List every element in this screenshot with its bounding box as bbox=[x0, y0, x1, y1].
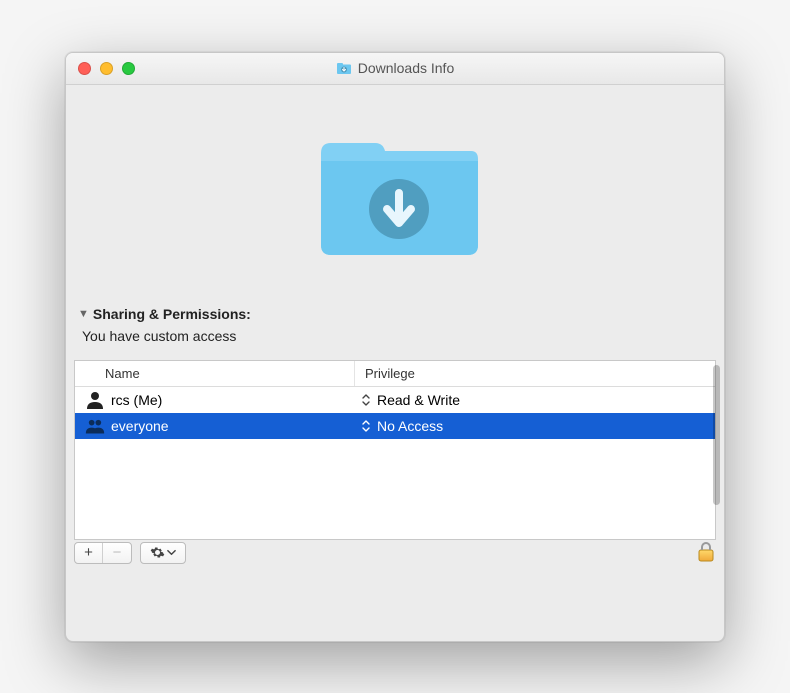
privilege-value: Read & Write bbox=[377, 392, 460, 408]
downloads-folder-icon bbox=[336, 60, 352, 76]
user-name: everyone bbox=[111, 418, 169, 434]
folder-preview bbox=[66, 85, 724, 300]
downloads-folder-large-icon bbox=[313, 125, 478, 260]
remove-button[interactable]: − bbox=[103, 543, 131, 563]
window-controls bbox=[66, 62, 135, 75]
add-remove-group: + − bbox=[74, 542, 132, 564]
section-title: Sharing & Permissions: bbox=[93, 306, 251, 322]
sharing-permissions-header[interactable]: ▼ Sharing & Permissions: bbox=[78, 306, 712, 322]
chevron-down-icon bbox=[167, 548, 176, 557]
titlebar: Downloads Info bbox=[66, 53, 724, 85]
column-header-privilege[interactable]: Privilege bbox=[355, 361, 715, 386]
table-row[interactable]: everyone No Access bbox=[75, 413, 715, 439]
lock-button[interactable] bbox=[696, 541, 716, 566]
zoom-button[interactable] bbox=[122, 62, 135, 75]
table-toolbar: + − bbox=[74, 540, 716, 566]
info-window: Downloads Info ▼ Sharing & Permissions: … bbox=[65, 52, 725, 642]
table-header-row: Name Privilege bbox=[75, 361, 715, 387]
stepper-icon[interactable] bbox=[361, 419, 371, 433]
user-group-icon bbox=[85, 417, 105, 435]
permissions-table: Name Privilege rcs (Me) bbox=[74, 360, 716, 540]
column-header-name[interactable]: Name bbox=[75, 361, 355, 386]
disclosure-triangle-icon: ▼ bbox=[78, 308, 89, 320]
lock-icon bbox=[696, 541, 716, 563]
minimize-button[interactable] bbox=[100, 62, 113, 75]
action-menu-button[interactable] bbox=[140, 542, 186, 564]
stepper-icon[interactable] bbox=[361, 393, 371, 407]
table-body: rcs (Me) Read & Write bbox=[75, 387, 715, 539]
gear-icon bbox=[150, 545, 165, 560]
table-row[interactable]: rcs (Me) Read & Write bbox=[75, 387, 715, 413]
scrollbar[interactable] bbox=[713, 365, 720, 505]
window-title: Downloads Info bbox=[358, 60, 455, 76]
user-name: rcs (Me) bbox=[111, 392, 162, 408]
access-summary: You have custom access bbox=[82, 328, 712, 344]
close-button[interactable] bbox=[78, 62, 91, 75]
privilege-value: No Access bbox=[377, 418, 443, 434]
add-button[interactable]: + bbox=[75, 543, 103, 563]
user-single-icon bbox=[85, 391, 105, 409]
